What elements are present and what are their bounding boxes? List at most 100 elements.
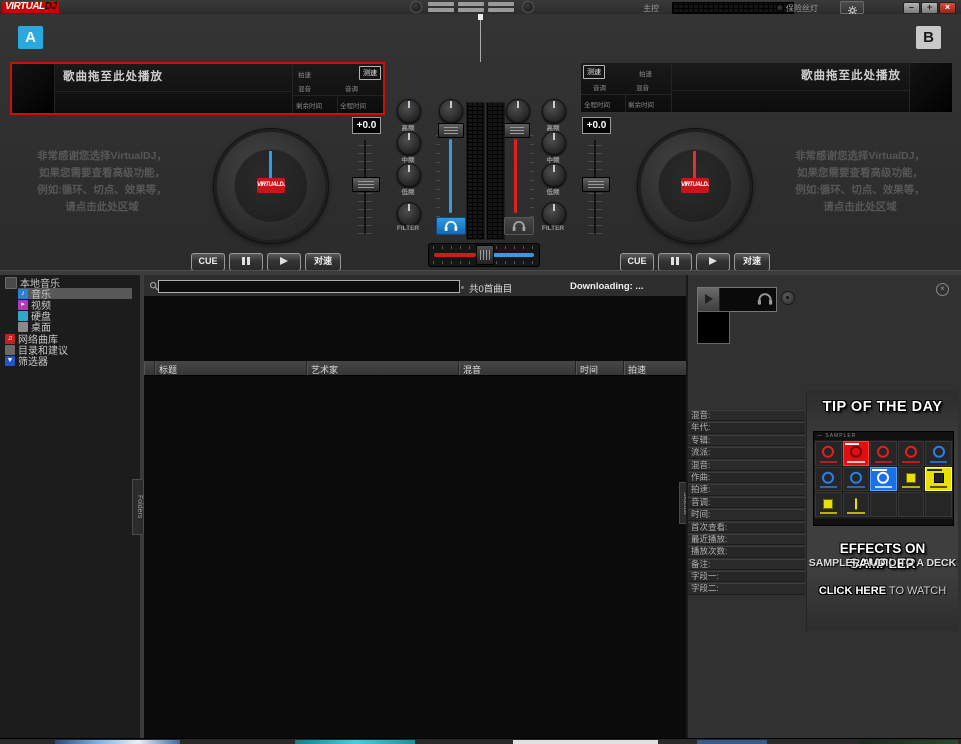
tip-of-the-day-panel[interactable]: TIP OF THE DAY — SAMPLER — [806, 391, 958, 631]
crossfader-handle[interactable] — [476, 245, 494, 265]
field-last-play[interactable]: 最近播放: — [688, 534, 805, 545]
sampler-pad — [815, 441, 842, 466]
deck-b-eq-mid-knob[interactable] — [542, 131, 566, 155]
deck-a-filter-knob[interactable] — [397, 202, 421, 226]
level-bars-2[interactable] — [458, 2, 484, 14]
sampler-pad — [898, 441, 925, 466]
field-play-count[interactable]: 播放次数: — [688, 546, 805, 557]
deck-a-remain-label: 剩余时间 — [296, 100, 322, 110]
deck-b-sync-button[interactable]: 对速 — [734, 253, 770, 271]
deck-a-welcome-text[interactable]: 非常感谢您选择VirtualDJ，如果您需要查看高级功能， 例如:循环、切点、效… — [14, 148, 190, 216]
crossfader[interactable] — [428, 243, 540, 267]
deck-a-stutter-button[interactable] — [229, 253, 263, 271]
deck-b-key-label: 音调 — [593, 82, 606, 92]
column-time[interactable]: 时间 — [576, 361, 624, 375]
level-bars-3[interactable] — [488, 2, 514, 14]
deck-b-volume-handle[interactable] — [504, 123, 530, 138]
deck-b-album-art — [909, 63, 952, 112]
deck-a-pitch-handle[interactable] — [352, 177, 380, 192]
deck-b-bpm-label: 拍速 — [639, 68, 652, 78]
column-spacer[interactable] — [144, 361, 155, 375]
folder-icon — [5, 345, 15, 355]
deck-a-eq-mid-knob[interactable] — [397, 131, 421, 155]
column-remix[interactable]: 混音 — [459, 361, 576, 375]
field-comment[interactable]: 备注: — [688, 559, 805, 570]
app-logo: VIRTUALDJ — [2, 1, 59, 13]
deck-b-eq-high-knob[interactable] — [542, 99, 566, 123]
headphone-icon — [512, 220, 526, 232]
folders-tab[interactable]: Folders — [132, 479, 144, 535]
deck-b-eq-low-knob[interactable] — [542, 163, 566, 187]
maximize-button[interactable]: + — [921, 2, 938, 14]
pause-icon — [671, 257, 674, 265]
headphone-icon[interactable] — [757, 292, 773, 306]
deck-a-gain-knob[interactable] — [439, 99, 463, 123]
play-icon — [280, 257, 288, 265]
deck-a-sync-button[interactable]: 对速 — [305, 253, 341, 271]
filter-icon: ▼ — [5, 356, 15, 366]
virtualdj-window: VIRTUALDJ 主控 保险丝灯 – + × A B 歌曲拖至此处播放 — [0, 0, 961, 744]
deck-b-jog-wheel[interactable]: VIRTUALDJ — [638, 129, 752, 243]
tip-cta[interactable]: CLICK HERE TO WATCH — [807, 585, 958, 597]
master-knob-left[interactable] — [410, 1, 422, 13]
track-info-fields: 混音: 年代: 专辑: 流派: 混音: 作曲: 拍速: 音调: 时间: 首次查看… — [688, 410, 805, 596]
deck-a-headphone-button[interactable] — [436, 217, 466, 235]
deck-b-pitch-handle[interactable] — [582, 177, 610, 192]
deck-a-cue-button[interactable]: CUE — [191, 253, 225, 271]
minimize-button[interactable]: – — [903, 2, 920, 14]
computer-icon — [5, 277, 17, 289]
deck-b-stutter-button[interactable] — [658, 253, 692, 271]
deck-a-badge: A — [18, 26, 43, 49]
sampler-pad — [870, 441, 897, 466]
field-user2[interactable]: 字段二: — [688, 583, 805, 594]
deck-b-play-button[interactable] — [696, 253, 730, 271]
sampler-pad — [870, 467, 897, 492]
limiter-label: 保险丝灯 — [786, 3, 818, 14]
deck-a-jog-wheel[interactable]: VIRTUALDJ — [214, 129, 328, 243]
deck-b-welcome-text[interactable]: 非常感谢您选择VirtualDJ，如果您需要查看高级功能， 例如:循环、切点、效… — [772, 148, 948, 216]
tip-subheadline: SAMPLER AUDIO TO A DECK — [807, 557, 958, 569]
deck-b-track-info[interactable]: 测速 拍速 音调 混音 全程时间 剩余时间 歌曲拖至此处播放 — [580, 62, 953, 113]
music-icon: ♪ — [18, 289, 28, 299]
field-first-seen[interactable]: 首次查看: — [688, 522, 805, 533]
field-key[interactable]: 音调: — [688, 497, 805, 508]
field-year[interactable]: 年代: — [688, 422, 805, 433]
field-remixer[interactable]: 混音: — [688, 460, 805, 471]
deck-b-badge: B — [916, 26, 941, 49]
close-button[interactable]: × — [939, 2, 956, 14]
deck-b-headphone-button[interactable] — [504, 217, 534, 235]
field-remix[interactable]: 混音: — [688, 410, 805, 421]
deck-b-total-label: 全程时间 — [584, 99, 610, 109]
level-bars-1[interactable] — [428, 2, 454, 14]
field-album[interactable]: 专辑: — [688, 435, 805, 446]
column-bpm[interactable]: 拍速 — [624, 361, 686, 375]
settings-button[interactable] — [840, 1, 864, 14]
column-artist[interactable]: 艺术家 — [307, 361, 459, 375]
deck-a-volume-handle[interactable] — [438, 123, 464, 138]
deck-b-gain-knob[interactable] — [506, 99, 530, 123]
deck-a-tap-button[interactable]: 测速 — [359, 66, 381, 80]
field-time[interactable]: 时间: — [688, 509, 805, 520]
deck-b-filter-knob[interactable] — [542, 202, 566, 226]
field-bpm[interactable]: 拍速: — [688, 484, 805, 495]
deck-b-cue-button[interactable]: CUE — [620, 253, 654, 271]
sampler-pad — [925, 467, 952, 492]
deck-a-eq-low-knob[interactable] — [397, 163, 421, 187]
sidebar-item-filters[interactable]: ▼筛选器 — [5, 355, 48, 366]
preview-play-button[interactable] — [698, 288, 720, 311]
deck-a-track-info[interactable]: 歌曲拖至此处播放 拍速 测速 混音 音调 剩余时间 全程时间 — [10, 62, 385, 115]
deck-a-bpm-label: 拍速 — [298, 69, 311, 79]
downloading-status: Downloading: ... — [570, 281, 643, 292]
deck-a-eq-high-knob[interactable] — [397, 99, 421, 123]
preview-volume-knob[interactable] — [781, 291, 795, 305]
field-genre[interactable]: 流派: — [688, 447, 805, 458]
panel-close-icon[interactable]: × — [936, 283, 949, 296]
deck-a-play-button[interactable] — [267, 253, 301, 271]
limiter-led — [776, 4, 784, 12]
search-input[interactable] — [158, 280, 460, 293]
deck-b-tap-button[interactable]: 测速 — [583, 65, 605, 79]
master-knob-right[interactable] — [522, 1, 534, 13]
field-composer[interactable]: 作曲: — [688, 472, 805, 483]
field-user1[interactable]: 字段一: — [688, 571, 805, 582]
column-title[interactable]: 标题 — [155, 361, 307, 375]
